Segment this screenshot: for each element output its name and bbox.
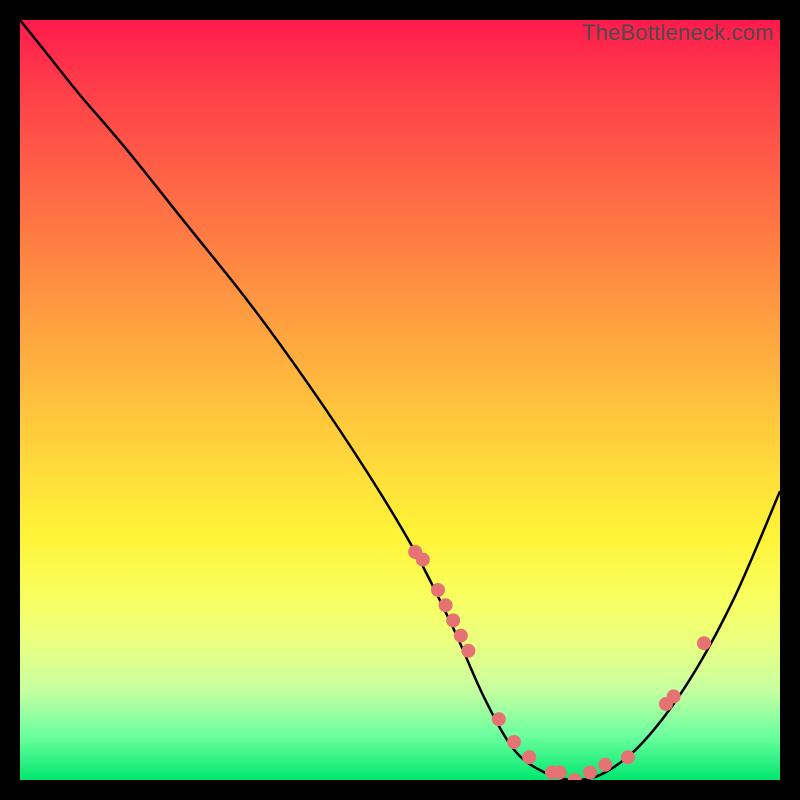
highlight-dot [583,765,597,779]
highlight-dot [454,629,468,643]
highlight-dot [522,750,536,764]
highlight-dot [507,735,521,749]
highlight-dot [697,636,711,650]
highlight-dot [439,598,453,612]
highlight-dot [553,765,567,779]
highlight-dot [568,773,582,780]
bottleneck-curve-path [20,20,780,780]
highlight-dot [492,712,506,726]
highlight-dot [446,613,460,627]
highlight-dot [667,689,681,703]
highlight-dot [621,750,635,764]
highlight-dots-group [408,545,711,780]
highlight-dot [431,583,445,597]
chart-frame: TheBottleneck.com [20,20,780,780]
highlight-dot [416,553,430,567]
highlight-dot [598,758,612,772]
highlight-dot [461,644,475,658]
bottleneck-chart [20,20,780,780]
watermark-text: TheBottleneck.com [582,20,774,46]
